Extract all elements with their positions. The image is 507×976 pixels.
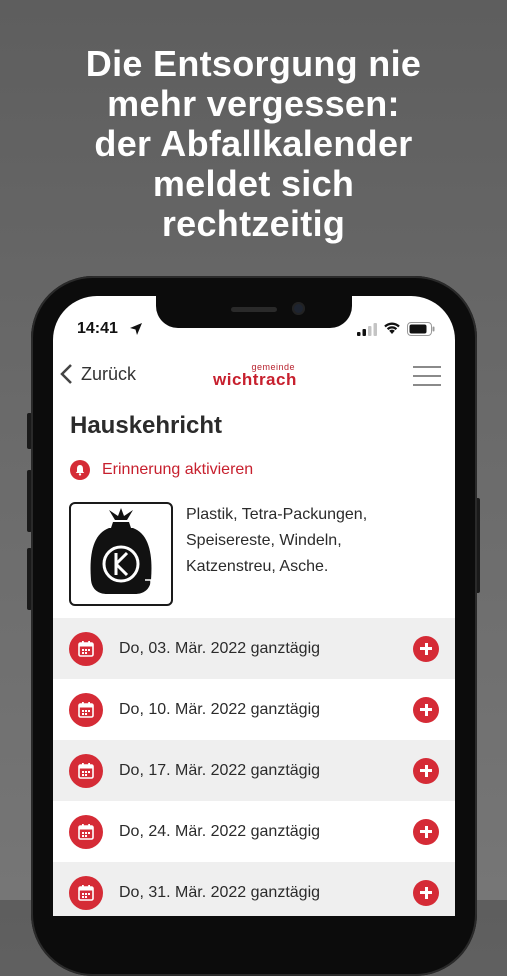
signal-icon bbox=[357, 323, 377, 336]
headline-line: Die Entsorgung nie bbox=[85, 43, 422, 84]
front-camera bbox=[292, 302, 305, 315]
date-label: Do, 31. Mär. 2022 ganztägig bbox=[119, 883, 321, 901]
battery-icon bbox=[407, 322, 435, 336]
headline-line: rechtzeitig bbox=[161, 203, 346, 244]
date-label: Do, 03. Mär. 2022 ganztägig bbox=[119, 639, 321, 657]
waste-description: Plastik, Tetra-Packungen, Speisereste, W… bbox=[186, 502, 446, 580]
list-item[interactable]: Do, 03. Mär. 2022 ganztägig bbox=[53, 618, 455, 679]
wichtrach-logo: gemeinde wichtrach bbox=[213, 362, 297, 389]
plus-circle-icon[interactable] bbox=[413, 757, 439, 784]
date-label: Do, 17. Mär. 2022 ganztägig bbox=[119, 761, 321, 779]
date-label: Do, 10. Mär. 2022 ganztägig bbox=[119, 700, 321, 718]
headline: Die Entsorgung nie mehr vergessen: der A… bbox=[0, 44, 507, 244]
calendar-icon bbox=[69, 631, 103, 666]
list-item[interactable]: Do, 17. Mär. 2022 ganztägig bbox=[53, 740, 455, 801]
phone-screen: 14:41 Zurück gemeinde wichtrach Hauskehr… bbox=[53, 296, 455, 916]
calendar-icon bbox=[69, 692, 103, 727]
collection-dates-list: Do, 03. Mär. 2022 ganztägig Do, 10. Mär.… bbox=[53, 618, 455, 916]
reminder-button[interactable]: Erinnerung aktivieren bbox=[70, 460, 253, 480]
plus-circle-icon[interactable] bbox=[413, 879, 439, 906]
headline-line: mehr vergessen: bbox=[107, 83, 400, 124]
plus-circle-icon[interactable] bbox=[413, 635, 439, 662]
location-arrow-icon bbox=[130, 323, 142, 335]
back-button[interactable]: Zurück bbox=[59, 362, 136, 386]
calendar-icon bbox=[69, 875, 103, 910]
wifi-icon bbox=[384, 322, 400, 334]
trash-bag-icon bbox=[69, 502, 173, 606]
plus-circle-icon[interactable] bbox=[413, 696, 439, 723]
plus-circle-icon[interactable] bbox=[413, 818, 439, 845]
description-line: Katzenstreu, Asche. bbox=[186, 558, 329, 575]
back-label: Zurück bbox=[81, 363, 137, 384]
reminder-label: Erinnerung aktivieren bbox=[102, 461, 254, 478]
list-item[interactable]: Do, 24. Mär. 2022 ganztägig bbox=[53, 801, 455, 862]
calendar-icon bbox=[69, 814, 103, 849]
notch bbox=[156, 296, 352, 328]
logo-big-text: wichtrach bbox=[213, 370, 297, 389]
headline-line: meldet sich bbox=[152, 163, 355, 204]
date-label: Do, 24. Mär. 2022 ganztägig bbox=[119, 822, 321, 840]
description-line: Speisereste, Windeln, bbox=[186, 532, 342, 549]
status-time: 14:41 bbox=[77, 320, 118, 337]
speaker-grill bbox=[231, 307, 277, 312]
calendar-icon bbox=[69, 753, 103, 788]
list-item[interactable]: Do, 31. Mär. 2022 ganztägig bbox=[53, 862, 455, 916]
headline-line: der Abfallkalender bbox=[94, 123, 413, 164]
list-item[interactable]: Do, 10. Mär. 2022 ganztägig bbox=[53, 679, 455, 740]
bell-icon bbox=[70, 460, 90, 480]
hamburger-menu-icon[interactable] bbox=[413, 366, 441, 386]
page-title: Hauskehricht bbox=[70, 412, 223, 439]
description-line: Plastik, Tetra-Packungen, bbox=[186, 506, 368, 523]
chevron-left-icon bbox=[60, 364, 72, 384]
